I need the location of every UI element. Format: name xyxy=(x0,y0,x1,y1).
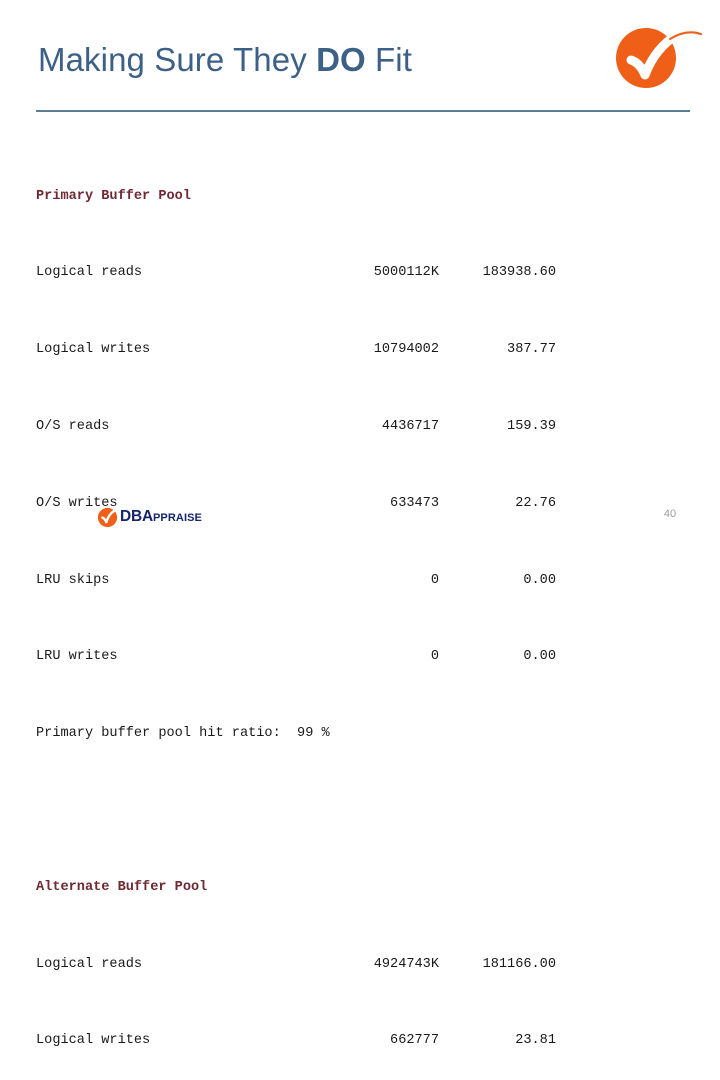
orange-check-circle-icon xyxy=(600,18,704,98)
slide-canvas: Making Sure They DO Fit Primary Buffer P… xyxy=(0,0,720,1048)
page-title-suffix: Fit xyxy=(365,41,412,78)
page-number: 40 xyxy=(663,508,677,520)
primary-hit-ratio-line: Primary buffer pool hit ratio: 99 % xyxy=(36,726,330,742)
wordmark-a: A xyxy=(142,508,153,525)
row-count: 4924743K xyxy=(373,956,439,972)
row-count: 662777 xyxy=(390,1033,439,1049)
row-rate: 387.77 xyxy=(507,342,556,358)
row-label: LRU writes xyxy=(36,649,118,665)
row-count: 0 xyxy=(430,649,439,665)
row-label: Logical reads xyxy=(36,956,143,972)
row-label: LRU skips xyxy=(36,572,110,588)
page-title-prefix: Making Sure They xyxy=(38,41,317,78)
section-spacer xyxy=(36,801,636,820)
alternate-pool-heading: Alternate Buffer Pool xyxy=(36,879,208,895)
row-rate: 0.00 xyxy=(523,649,556,665)
row-rate: 23.81 xyxy=(515,1033,556,1049)
check-badge-icon xyxy=(97,507,118,528)
buffer-pool-report: Primary Buffer Pool Logical reads 5000112… xyxy=(36,129,636,1080)
row-label: Logical writes xyxy=(36,1033,151,1049)
table-row: O/S reads 4436717 159.39 xyxy=(36,417,636,436)
primary-pool-heading: Primary Buffer Pool xyxy=(36,188,191,204)
row-rate: 159.39 xyxy=(507,419,556,434)
table-row: Logical reads 5000112K 183938.60 xyxy=(36,263,636,282)
table-row: Logical reads 4924743K 181166.00 xyxy=(36,955,636,974)
table-row: Logical writes 662777 23.81 xyxy=(36,1031,636,1050)
row-rate: 183938.60 xyxy=(482,265,556,281)
row-count: 4436717 xyxy=(381,419,439,434)
wordmark-ppraise: PPRAISE xyxy=(153,512,202,524)
footer-wordmark: DBAPPRAISE xyxy=(120,509,202,525)
footer-logo: DBAPPRAISE xyxy=(97,506,202,528)
row-count: 633473 xyxy=(390,495,439,511)
page-title-emphasis: DO xyxy=(316,41,366,78)
table-row: Logical writes 10794002 387.77 xyxy=(36,340,636,359)
row-rate: 22.76 xyxy=(515,495,556,511)
title-divider xyxy=(36,110,690,112)
row-count: 0 xyxy=(430,572,439,588)
page-title: Making Sure They DO Fit xyxy=(38,41,412,78)
table-row: LRU writes 0 0.00 xyxy=(36,647,636,666)
row-rate: 0.00 xyxy=(523,572,556,588)
row-label: Logical reads xyxy=(36,265,143,281)
wordmark-db: DB xyxy=(120,508,142,525)
row-label: Logical writes xyxy=(36,342,151,358)
row-count: 10794002 xyxy=(373,342,439,358)
row-label: O/S reads xyxy=(36,419,110,434)
row-rate: 181166.00 xyxy=(482,956,556,972)
row-count: 5000112K xyxy=(373,265,439,281)
table-row: LRU skips 0 0.00 xyxy=(36,571,636,590)
